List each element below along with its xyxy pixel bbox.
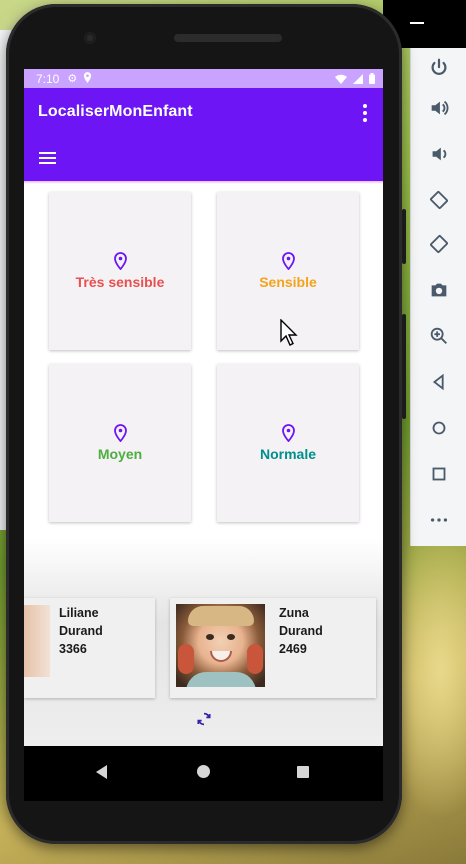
child-photo (24, 605, 50, 677)
child-code: 3366 (59, 642, 87, 656)
rotate-left-button[interactable] (411, 180, 466, 220)
child-card-liliane[interactable]: Liliane Durand 3366 (24, 598, 155, 698)
overflow-menu-icon[interactable] (359, 103, 371, 123)
power-button[interactable] (411, 48, 466, 88)
phone-power-key[interactable] (402, 209, 406, 264)
mouse-cursor-icon (280, 319, 298, 346)
wifi-icon (335, 74, 347, 84)
location-pin-icon (113, 252, 127, 270)
child-photo (176, 604, 265, 687)
zone-card-tres-sensible[interactable]: Très sensible (49, 192, 191, 350)
volume-down-button[interactable] (411, 134, 466, 174)
child-first-name: Liliane (59, 606, 99, 620)
rotate-left-icon (430, 191, 448, 209)
zone-label: Moyen (97, 446, 143, 462)
earpiece-speaker (174, 34, 282, 42)
more-icon (430, 518, 448, 522)
status-time: 7:10 (36, 71, 60, 86)
child-last-name: Durand (279, 624, 323, 638)
hamburger-menu-icon[interactable] (39, 152, 56, 165)
zone-label: Très sensible (75, 274, 165, 290)
power-icon (431, 58, 447, 75)
home-icon (432, 421, 446, 435)
child-first-name: Zuna (279, 606, 309, 620)
app-bar: LocaliserMonEnfant (24, 88, 383, 181)
screenshot-button[interactable] (411, 270, 466, 310)
volume-up-icon (431, 100, 449, 116)
system-nav-bar (24, 746, 383, 801)
emulator-side-toolbar (410, 48, 466, 546)
location-icon (83, 71, 92, 86)
main-content: Très sensible Sensible Moyen Normale Lil… (24, 184, 383, 746)
location-pin-icon (281, 252, 295, 270)
status-bar: 7:10 ⚙ (24, 69, 383, 88)
home-icon[interactable] (197, 765, 210, 778)
location-pin-icon (113, 424, 127, 442)
back-icon[interactable] (96, 765, 107, 779)
child-card-zuna[interactable]: Zuna Durand 2469 (170, 598, 376, 698)
signal-icon (353, 73, 363, 84)
zone-card-normale[interactable]: Normale (217, 364, 359, 522)
refresh-icon[interactable] (196, 711, 212, 727)
front-camera (84, 32, 96, 44)
child-last-name: Durand (59, 624, 103, 638)
rotate-right-icon (430, 235, 448, 253)
child-info: Liliane Durand 3366 (59, 604, 103, 658)
child-code: 2469 (279, 642, 307, 656)
location-pin-icon (281, 424, 295, 442)
emulator-back-button[interactable] (411, 362, 466, 402)
back-icon (432, 373, 444, 391)
more-button[interactable] (411, 500, 466, 540)
zone-label: Normale (259, 446, 317, 462)
device-screen: 7:10 ⚙ LocaliserMonEnfant Très sensible … (24, 69, 383, 801)
battery-icon (369, 73, 375, 84)
recents-icon[interactable] (297, 766, 309, 778)
zoom-icon (430, 327, 447, 344)
gear-icon: ⚙ (67, 73, 78, 85)
camera-icon (431, 283, 447, 297)
app-title: LocaliserMonEnfant (38, 103, 193, 120)
volume-up-button[interactable] (411, 88, 466, 128)
overview-icon (432, 467, 446, 481)
zone-card-moyen[interactable]: Moyen (49, 364, 191, 522)
minimize-button[interactable] (410, 22, 424, 24)
rotate-right-button[interactable] (411, 224, 466, 264)
emulator-overview-button[interactable] (411, 454, 466, 494)
volume-down-icon (432, 147, 447, 161)
emulator-home-button[interactable] (411, 408, 466, 448)
phone-volume-key[interactable] (402, 314, 406, 419)
zoom-button[interactable] (411, 316, 466, 356)
child-info: Zuna Durand 2469 (279, 604, 323, 658)
zone-label: Sensible (259, 274, 317, 290)
